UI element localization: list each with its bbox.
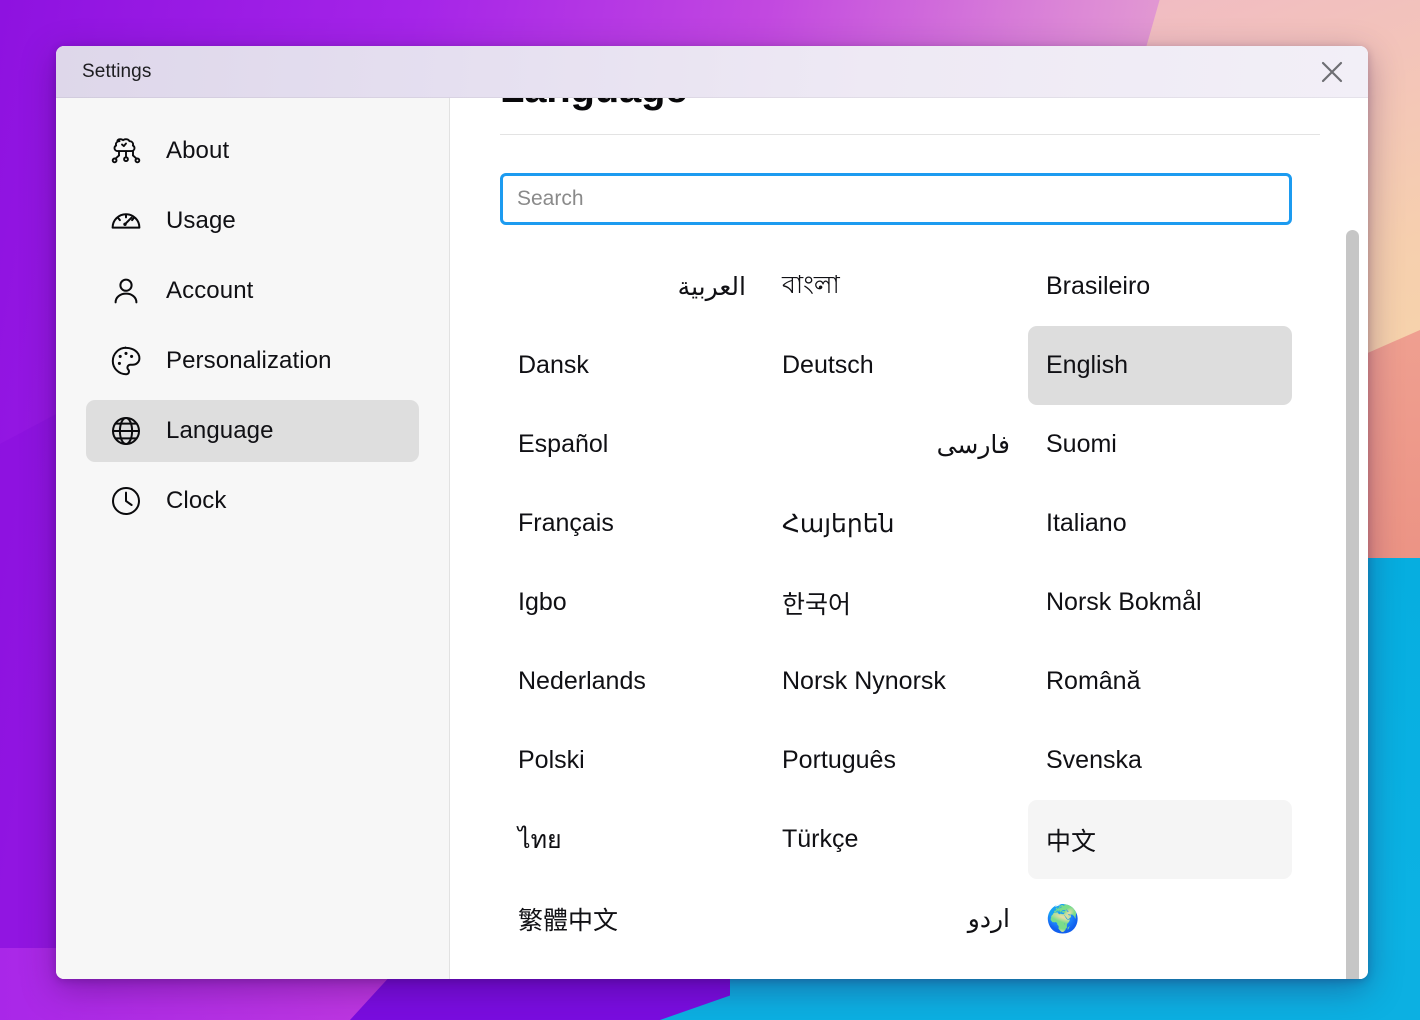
language-option-label: Հայերեն xyxy=(782,509,895,538)
language-option-label: Norsk Nynorsk xyxy=(782,667,946,695)
language-option[interactable]: Հայերեն xyxy=(764,484,1028,563)
language-option-label: Nederlands xyxy=(518,667,646,695)
language-option-label: Português xyxy=(782,746,896,774)
language-option[interactable]: Brasileiro xyxy=(1028,247,1292,326)
language-option[interactable]: 한국어 xyxy=(764,563,1028,642)
close-icon[interactable] xyxy=(1312,52,1352,92)
language-option[interactable]: English xyxy=(1028,326,1292,405)
language-option[interactable]: Türkçe xyxy=(764,800,1028,879)
language-option-label: English xyxy=(1046,351,1128,379)
settings-window: Settings About Usage Account Personaliza… xyxy=(56,46,1368,979)
language-option[interactable]: 繁體中文 xyxy=(500,879,764,958)
language-option-label: Dansk xyxy=(518,351,589,379)
sidebar-item-label: Usage xyxy=(166,207,236,234)
sidebar-item-label: About xyxy=(166,137,230,164)
window-title: Settings xyxy=(82,60,152,82)
gauge-icon xyxy=(108,203,144,239)
language-option[interactable]: Français xyxy=(500,484,764,563)
language-option-label: 한국어 xyxy=(782,590,852,619)
language-option-label: اردو xyxy=(967,904,1010,933)
vertical-scrollbar[interactable] xyxy=(1342,98,1362,979)
sidebar-item-language[interactable]: Language xyxy=(86,400,419,462)
language-option-label: 🌍 xyxy=(1046,903,1080,934)
language-option[interactable]: Igbo xyxy=(500,563,764,642)
language-scroll-area: Language العربية বাংলা Brasileiro Dansk Deut… xyxy=(450,98,1368,979)
language-option[interactable]: 🌍 xyxy=(1028,879,1292,958)
scrollbar-thumb[interactable] xyxy=(1346,230,1359,979)
language-option[interactable]: اردو xyxy=(764,879,1028,958)
language-option-label: Español xyxy=(518,430,609,458)
language-option[interactable]: فارسی xyxy=(764,405,1028,484)
language-option[interactable]: Svenska xyxy=(1028,721,1292,800)
settings-sidebar: About Usage Account Personalization Lang… xyxy=(56,98,450,979)
window-titlebar[interactable]: Settings xyxy=(56,46,1368,98)
language-option-label: Svenska xyxy=(1046,746,1142,774)
language-option[interactable]: Norsk Nynorsk xyxy=(764,642,1028,721)
window-body: About Usage Account Personalization Lang… xyxy=(56,98,1368,979)
title-divider xyxy=(500,134,1320,135)
language-option-label: 繁體中文 xyxy=(518,906,619,935)
language-option-label: 中文 xyxy=(1046,827,1097,856)
language-option[interactable]: Norsk Bokmål xyxy=(1028,563,1292,642)
sidebar-item-usage[interactable]: Usage xyxy=(86,190,419,252)
sidebar-item-label: Personalization xyxy=(166,347,332,374)
language-option[interactable]: Polski xyxy=(500,721,764,800)
language-panel: Language العربية বাংলা Brasileiro Dansk Deut… xyxy=(450,98,1368,979)
language-option-label: Igbo xyxy=(518,588,567,616)
language-option[interactable]: العربية xyxy=(500,247,764,326)
language-option-label: বাংলা xyxy=(782,271,840,299)
language-option[interactable]: Español xyxy=(500,405,764,484)
language-option-label: Română xyxy=(1046,667,1141,695)
language-grid: العربية বাংলা Brasileiro Dansk Deutsch Englis… xyxy=(500,247,1320,958)
sidebar-item-personalization[interactable]: Personalization xyxy=(86,330,419,392)
brain-network-icon xyxy=(108,133,144,169)
language-option-label: Suomi xyxy=(1046,430,1117,458)
language-option[interactable]: Italiano xyxy=(1028,484,1292,563)
sidebar-item-about[interactable]: About xyxy=(86,120,419,182)
language-option[interactable]: 中文 xyxy=(1028,800,1292,879)
sidebar-item-clock[interactable]: Clock xyxy=(86,470,419,532)
language-option-label: Brasileiro xyxy=(1046,272,1151,300)
language-option-label: Polski xyxy=(518,746,585,774)
language-option[interactable]: ไทย xyxy=(500,800,764,879)
language-option-label: Türkçe xyxy=(782,825,859,853)
language-option-label: Italiano xyxy=(1046,509,1127,537)
palette-icon xyxy=(108,343,144,379)
language-option[interactable]: Suomi xyxy=(1028,405,1292,484)
language-option-label: Français xyxy=(518,509,614,537)
language-option[interactable]: বাংলা xyxy=(764,247,1028,326)
clock-icon xyxy=(108,483,144,519)
person-icon xyxy=(108,273,144,309)
language-option-label: العربية xyxy=(677,272,746,301)
sidebar-item-account[interactable]: Account xyxy=(86,260,419,322)
sidebar-item-label: Account xyxy=(166,277,254,304)
page-title: Language xyxy=(500,98,1320,110)
language-option-label: Norsk Bokmål xyxy=(1046,588,1202,616)
language-option[interactable]: Română xyxy=(1028,642,1292,721)
language-option[interactable]: Deutsch xyxy=(764,326,1028,405)
language-option[interactable]: Nederlands xyxy=(500,642,764,721)
language-option[interactable]: Português xyxy=(764,721,1028,800)
language-option-label: فارسی xyxy=(936,430,1010,459)
globe-icon xyxy=(108,413,144,449)
search-input[interactable] xyxy=(500,173,1292,225)
sidebar-item-label: Language xyxy=(166,417,274,444)
sidebar-item-label: Clock xyxy=(166,487,227,514)
language-option-label: Deutsch xyxy=(782,351,874,379)
language-option[interactable]: Dansk xyxy=(500,326,764,405)
language-option-label: ไทย xyxy=(518,825,562,854)
